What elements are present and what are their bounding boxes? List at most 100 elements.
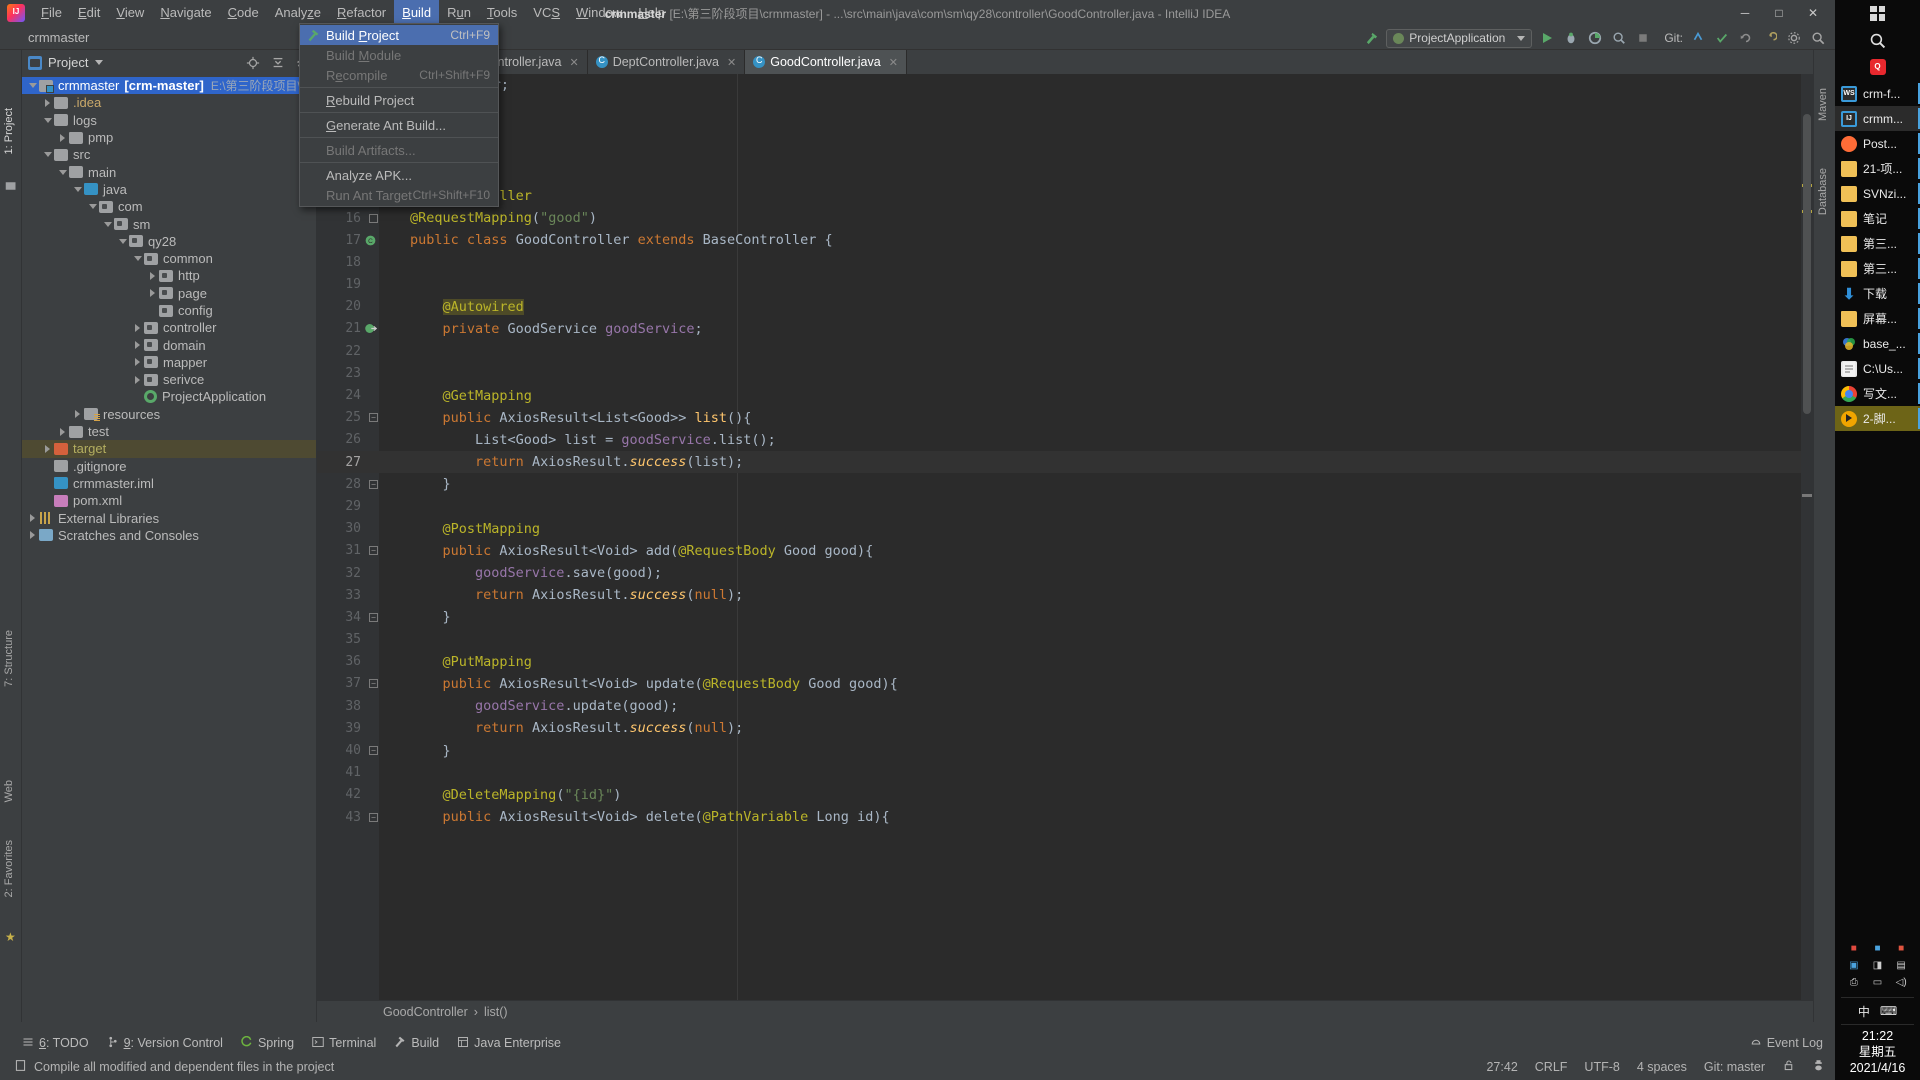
- tree-node-scratches-and-consoles[interactable]: Scratches and Consoles: [22, 527, 316, 544]
- breadcrumb-item[interactable]: GoodController: [383, 1005, 468, 1019]
- tray-icon-6[interactable]: ▤: [1890, 958, 1912, 973]
- menu-item-edit[interactable]: Edit: [70, 0, 108, 26]
- code-fold-open-icon[interactable]: −: [369, 546, 378, 556]
- code-line-27[interactable]: 27 return AxiosResult.success(list);: [317, 451, 1813, 474]
- tree-node-test[interactable]: test: [22, 423, 316, 440]
- build-menu-item-build-artifacts[interactable]: Build Artifacts...: [300, 140, 498, 160]
- close-icon[interactable]: ✕: [727, 56, 736, 69]
- chevron-right-icon[interactable]: [131, 358, 144, 367]
- line-separator[interactable]: CRLF: [1535, 1060, 1568, 1074]
- rollback-icon[interactable]: [1737, 29, 1755, 47]
- chevron-right-icon[interactable]: [131, 341, 144, 350]
- build-menu-item-run-ant-target[interactable]: Run Ant Target Ctrl+Shift+F10: [300, 185, 498, 205]
- code-line-16[interactable]: 16 @RequestMapping("good"): [317, 207, 1813, 229]
- close-button[interactable]: ✕: [1797, 3, 1829, 23]
- tool-window-build[interactable]: Build: [394, 1036, 439, 1051]
- menu-item-vcs[interactable]: VCS: [525, 0, 568, 26]
- chevron-down-icon[interactable]: [101, 221, 114, 227]
- chevron-down-icon[interactable]: [41, 117, 54, 123]
- sidebar-item-structure[interactable]: 7: Structure: [3, 630, 15, 687]
- minimize-button[interactable]: ─: [1729, 3, 1761, 23]
- editor-scrollbar[interactable]: [1801, 74, 1813, 1000]
- project-files-icon[interactable]: [5, 180, 17, 192]
- menu-item-window[interactable]: Window: [568, 0, 630, 26]
- close-icon[interactable]: ✕: [569, 56, 578, 69]
- code-line-30[interactable]: 30 @PostMapping: [317, 518, 1813, 540]
- chevron-down-icon[interactable]: [71, 186, 84, 192]
- taskbar-item-notepad[interactable]: C:\Us...: [1835, 356, 1920, 381]
- favorites-star-icon[interactable]: ★: [5, 930, 17, 944]
- code-line-partial[interactable]: qy28.controller;: [317, 74, 1813, 96]
- taskbar-item-folder[interactable]: 屏幕...: [1835, 306, 1920, 331]
- chevron-right-icon[interactable]: [41, 444, 54, 453]
- popup-hector-icon[interactable]: [1812, 1059, 1825, 1075]
- tray-icon-5[interactable]: ◨: [1867, 958, 1889, 973]
- code-fold-open-icon[interactable]: −: [369, 679, 378, 689]
- search-everywhere-icon[interactable]: [1809, 29, 1827, 47]
- code-fold-close-icon[interactable]: −: [369, 612, 378, 622]
- chevron-down-icon[interactable]: [26, 83, 39, 89]
- tree-node-http[interactable]: http: [22, 267, 316, 284]
- chevron-right-icon[interactable]: [41, 98, 54, 107]
- chevron-right-icon[interactable]: [26, 531, 39, 540]
- scrollbar-thumb[interactable]: [1803, 114, 1811, 414]
- indent-setting[interactable]: 4 spaces: [1637, 1060, 1687, 1074]
- tree-node-target[interactable]: target: [22, 440, 316, 458]
- editor-tab-goodcontroller[interactable]: GoodController.java ✕: [745, 50, 907, 74]
- code-line-40[interactable]: 40− }: [317, 739, 1813, 761]
- sidebar-item-favorites[interactable]: 2: Favorites: [3, 840, 15, 897]
- tree-node-gitignore[interactable]: .gitignore: [22, 458, 316, 475]
- tray-icon-8[interactable]: ▭: [1867, 975, 1889, 990]
- taskbar-item-chrome[interactable]: 写文...: [1835, 381, 1920, 406]
- tool-window-9-version-control[interactable]: 9: Version Control: [107, 1036, 223, 1051]
- tree-node-main[interactable]: main: [22, 163, 316, 180]
- tray-icon-grid[interactable]: ■ ■ ■ ▣ ◨ ▤ ⎙ ▭ ◁): [1835, 937, 1920, 994]
- tree-node-controller[interactable]: controller: [22, 319, 316, 336]
- code-line-19[interactable]: 19: [317, 274, 1813, 296]
- tree-node-src[interactable]: src: [22, 146, 316, 163]
- code-fold-open-icon[interactable]: −: [369, 413, 378, 423]
- code-line-31[interactable]: 31− public AxiosResult<Void> add(@Reques…: [317, 540, 1813, 562]
- tree-node-config[interactable]: config: [22, 302, 316, 319]
- project-tree[interactable]: crmmaster[crm-master]E:\第三阶段项目\crmmaster…: [22, 75, 316, 1022]
- chevron-down-icon[interactable]: [41, 152, 54, 158]
- undo-icon[interactable]: [1761, 29, 1779, 47]
- chevron-right-icon[interactable]: [131, 375, 144, 384]
- code-line-20[interactable]: 20 @Autowired: [317, 296, 1813, 318]
- taskbar-item-folder[interactable]: 第三...: [1835, 231, 1920, 256]
- sidebar-item-web[interactable]: Web: [3, 780, 15, 802]
- tree-node-pmp[interactable]: pmp: [22, 129, 316, 146]
- tool-window-spring[interactable]: Spring: [241, 1035, 294, 1051]
- spring-autowired-icon[interactable]: [361, 322, 379, 335]
- build-menu-item-build-project[interactable]: Build Project Ctrl+F9: [300, 25, 498, 45]
- taskbar-item-download[interactable]: ⬇ 下载: [1835, 281, 1920, 306]
- run-configuration-selector[interactable]: ProjectApplication: [1386, 28, 1533, 48]
- chevron-right-icon[interactable]: [146, 271, 159, 280]
- tree-node-page[interactable]: page: [22, 285, 316, 302]
- code-line-37[interactable]: 37− public AxiosResult<Void> update(@Req…: [317, 673, 1813, 695]
- tree-node-com[interactable]: com: [22, 198, 316, 215]
- chevron-down-icon[interactable]: [56, 169, 69, 175]
- code-line-18[interactable]: 18: [317, 251, 1813, 273]
- stop-icon[interactable]: [1634, 29, 1652, 47]
- code-line-26[interactable]: 26 List<Good> list = goodService.list();: [317, 429, 1813, 451]
- menu-item-code[interactable]: Code: [220, 0, 267, 26]
- code-line-32[interactable]: 32 goodService.save(good);: [317, 562, 1813, 584]
- project-view-chevron-down-icon[interactable]: [95, 60, 104, 65]
- event-log-button[interactable]: Event Log: [1750, 1035, 1823, 1050]
- tree-node-resources[interactable]: resources: [22, 406, 316, 423]
- tool-window-6-todo[interactable]: 6: TODO: [22, 1036, 89, 1051]
- run-button[interactable]: [1538, 29, 1556, 47]
- editor-tab-deptcontroller[interactable]: DeptController.java ✕: [588, 50, 746, 74]
- build-menu-item-build-module[interactable]: Build Module: [300, 45, 498, 65]
- tree-node-crmmaster-iml[interactable]: crmmaster.iml: [22, 475, 316, 492]
- tree-node-logs[interactable]: logs: [22, 112, 316, 129]
- build-hammer-icon[interactable]: [1362, 29, 1380, 47]
- tree-node-external-libraries[interactable]: External Libraries: [22, 509, 316, 526]
- code-fold-open-icon[interactable]: −: [369, 812, 378, 822]
- commit-icon[interactable]: [1713, 29, 1731, 47]
- code-line-38[interactable]: 38 goodService.update(good);: [317, 695, 1813, 717]
- start-button[interactable]: [1835, 0, 1920, 26]
- spring-bean-class-icon[interactable]: C: [361, 234, 379, 247]
- window-controls[interactable]: ─ □ ✕: [1729, 3, 1829, 23]
